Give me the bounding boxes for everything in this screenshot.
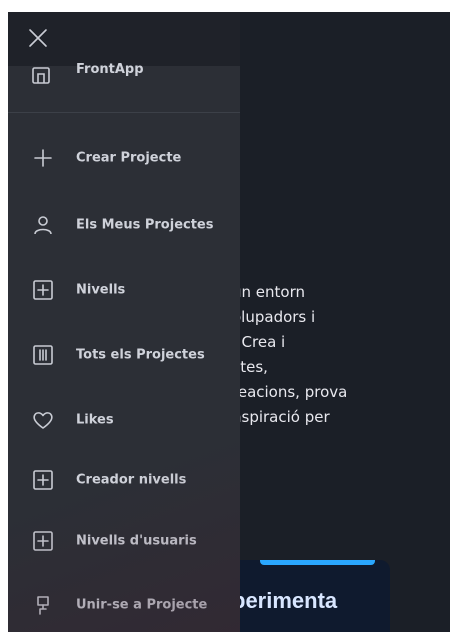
description-line: . Crea i	[232, 333, 286, 351]
menu-item-label: Crear Projecte	[76, 150, 182, 166]
menu-item-create-project[interactable]: Crear Projecte	[8, 138, 240, 178]
plus-square-icon	[33, 280, 53, 300]
close-drawer-button[interactable]	[26, 26, 50, 50]
description-line: ctes,	[232, 358, 268, 376]
cta-accent-bar	[260, 560, 375, 565]
experiment-button-label: perimenta	[232, 588, 338, 613]
description-line: reacions, prova	[232, 383, 348, 401]
plus-icon	[34, 149, 52, 167]
menu-item-label: Els Meus Projectes	[76, 217, 214, 233]
menu-item-label: Tots els Projectes	[76, 347, 205, 363]
close-icon	[29, 29, 47, 47]
plus-square-icon	[33, 470, 53, 490]
marquee-line: HTML	[331, 101, 385, 122]
description-line: nspiració per	[232, 408, 330, 426]
menu-item-label: Unir-se a Projecte	[76, 597, 208, 613]
menu-item-join-project[interactable]: Unir-se a Projecte	[8, 584, 240, 626]
user-icon	[34, 216, 52, 235]
menu-item-label: Nivells d'usuaris	[76, 533, 197, 549]
intro-description: un entorn olupadors i . Crea i ctes, rea…	[232, 280, 442, 430]
plus-square-icon	[33, 531, 53, 551]
description-line: olupadors i	[232, 308, 316, 326]
heart-icon	[33, 412, 53, 429]
menu-item-label: Likes	[76, 412, 114, 428]
marquee-line: CSS	[338, 121, 378, 142]
menu-item-my-projects[interactable]: Els Meus Projectes	[8, 204, 240, 246]
code-languages-marquee: HTML CSS JAVASCRIPT HTML CSS	[258, 52, 450, 172]
menu-item-all-projects[interactable]: Tots els Projectes	[8, 334, 240, 376]
brand-link[interactable]: FrontApp	[8, 58, 240, 108]
drawer-divider	[8, 112, 240, 113]
menu-item-user-levels[interactable]: Nivells d'usuaris	[8, 521, 240, 561]
marquee-line: JAVASCRIPT	[299, 81, 417, 102]
menu-item-label: Nivells	[76, 282, 126, 298]
marquee-line: CSS	[338, 61, 378, 82]
menu-item-label: Creador nivells	[76, 472, 187, 488]
menu-item-likes[interactable]: Likes	[8, 400, 240, 440]
building-icon	[32, 67, 50, 84]
description-line: un entorn	[232, 283, 305, 301]
menu-item-level-creator[interactable]: Creador nivells	[8, 460, 240, 500]
join-icon	[37, 596, 49, 615]
experiment-button[interactable]: perimenta	[230, 560, 390, 632]
navigation-drawer: FrontApp Crear Projecte Els Meus Project…	[8, 12, 240, 632]
brand-name: FrontApp	[76, 62, 144, 77]
menu-item-levels[interactable]: Nivells	[8, 270, 240, 310]
columns-icon	[33, 345, 53, 365]
